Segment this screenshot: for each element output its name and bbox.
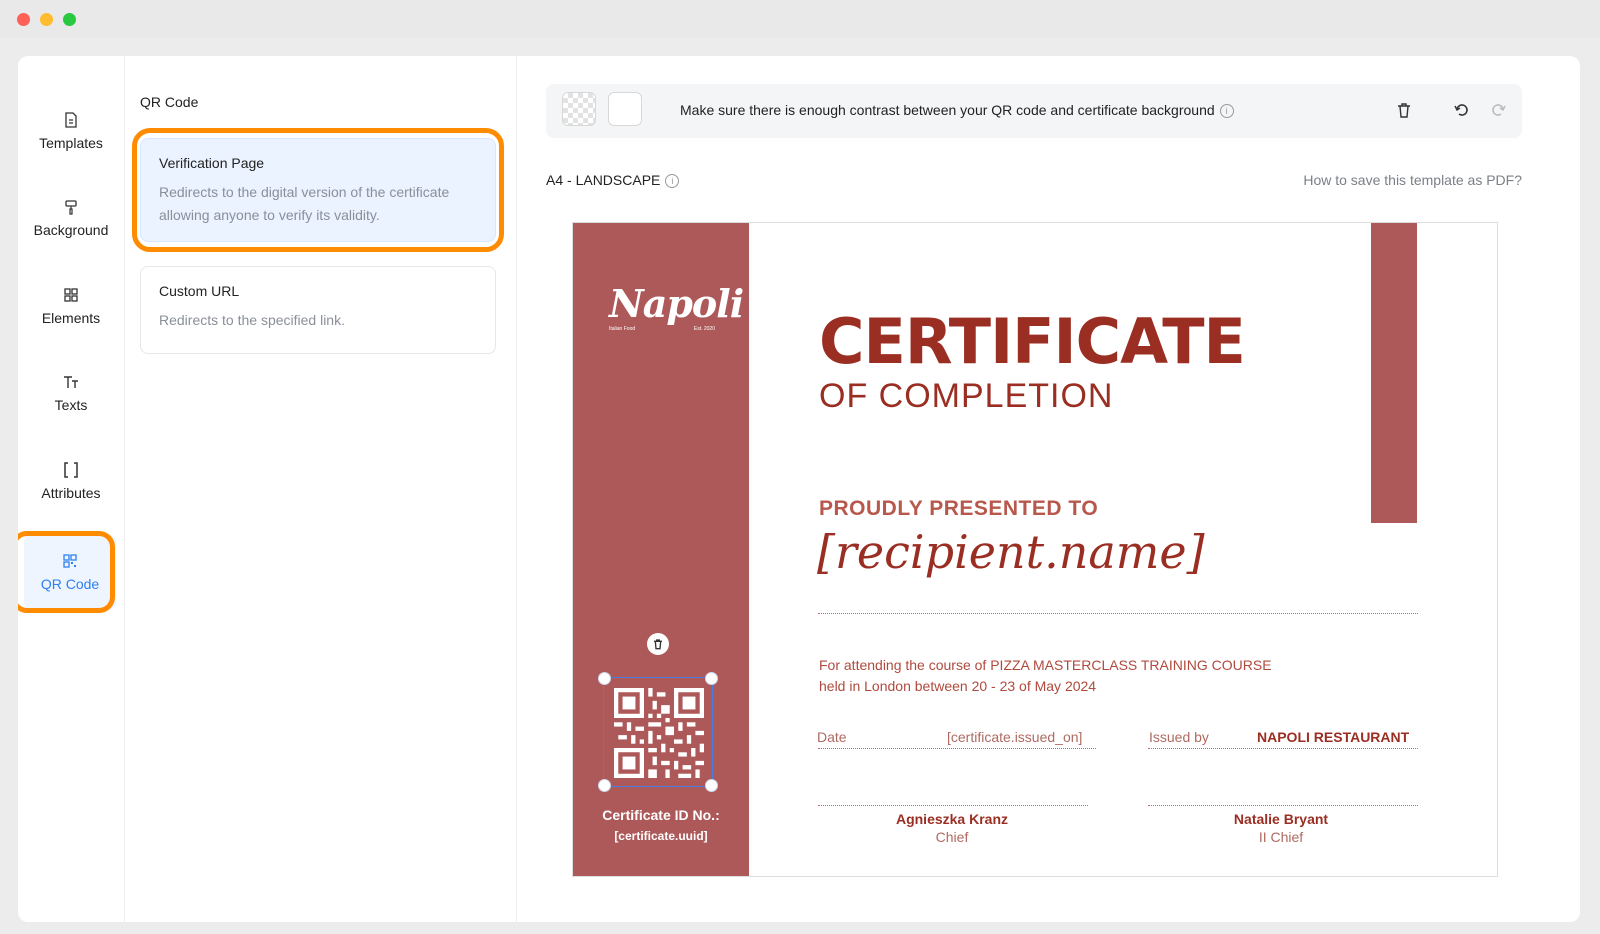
sidebar-item-label: Texts	[54, 397, 88, 413]
signer-2-role[interactable]: II Chief	[1181, 829, 1381, 845]
option-verification-page[interactable]: Verification Page Redirects to the digit…	[140, 138, 496, 242]
signer-2-name[interactable]: Natalie Bryant	[1181, 811, 1381, 827]
page-size-text: A4 - LANDSCAPE	[546, 172, 661, 188]
date-underline	[818, 748, 1096, 749]
qr-code-image	[614, 688, 704, 778]
logo-subtext: Italian Food Est. 2020	[609, 326, 715, 332]
logo-tagline: Italian Food	[609, 326, 636, 332]
date-label[interactable]: Date	[817, 729, 847, 745]
certificate-id-label: Certificate ID No.:	[602, 807, 720, 823]
signature-line-1	[818, 805, 1088, 806]
save-as-pdf-help-link[interactable]: How to save this template as PDF?	[1303, 172, 1522, 188]
signer-1-role[interactable]: Chief	[852, 829, 1052, 845]
resize-handle[interactable]	[598, 779, 611, 792]
resize-handle[interactable]	[705, 672, 718, 685]
sidebar-item-label: QR Code	[40, 576, 100, 592]
document-icon	[65, 112, 77, 128]
delete-button[interactable]	[1392, 98, 1416, 122]
sidebar-item-label: Attributes	[41, 485, 101, 501]
panel-title: QR Code	[140, 94, 199, 110]
paint-roller-icon	[65, 200, 77, 215]
sidebar-item-label: Background	[33, 222, 109, 238]
app-window: Templates Background Elements Texts Attr…	[18, 56, 1580, 922]
napoli-logo: Napoli	[609, 281, 744, 326]
logo-established: Est. 2020	[693, 326, 715, 332]
option-title: Custom URL	[159, 283, 240, 299]
contrast-tip: Make sure there is enough contrast betwe…	[680, 102, 1234, 119]
resize-handle[interactable]	[705, 779, 718, 792]
page-size-label: A4 - LANDSCAPE i	[546, 172, 680, 189]
certificate-right-band	[1371, 223, 1417, 523]
qr-code-element[interactable]	[598, 672, 718, 792]
close-window-button[interactable]	[17, 13, 30, 26]
trash-icon	[654, 639, 662, 650]
brackets-icon	[64, 462, 78, 478]
sidebar-item-templates[interactable]: Templates	[18, 93, 124, 169]
editor-main: Make sure there is enough contrast betwe…	[516, 56, 1580, 922]
qr-code-icon	[63, 554, 77, 568]
qr-toolbar: Make sure there is enough contrast betwe…	[546, 84, 1522, 138]
course-description[interactable]: For attending the course of PIZZA MASTER…	[819, 655, 1272, 697]
elements-grid-icon	[64, 288, 78, 302]
maximize-window-button[interactable]	[63, 13, 76, 26]
window-titlebar	[0, 0, 1600, 38]
issued-by-value[interactable]: NAPOLI RESTAURANT	[1257, 729, 1409, 745]
issued-by-label[interactable]: Issued by	[1149, 729, 1209, 745]
sidebar-item-elements[interactable]: Elements	[18, 268, 124, 344]
presented-to-label[interactable]: PROUDLY PRESENTED TO	[819, 497, 1098, 521]
date-value[interactable]: [certificate.issued_on]	[947, 729, 1082, 745]
text-icon	[64, 376, 78, 388]
white-color-swatch[interactable]	[608, 92, 642, 126]
info-icon[interactable]: i	[665, 174, 680, 189]
option-title: Verification Page	[159, 155, 265, 171]
transparent-color-swatch[interactable]	[562, 92, 596, 126]
recipient-name[interactable]: [recipient.name]	[817, 525, 1205, 579]
sidebar-item-texts[interactable]: Texts	[18, 355, 124, 431]
certificate-id-value: [certificate.uuid]	[614, 829, 708, 843]
minimize-window-button[interactable]	[40, 13, 53, 26]
course-line-2: held in London between 20 - 23 of May 20…	[819, 678, 1097, 694]
course-line-1: For attending the course of PIZZA MASTER…	[819, 657, 1272, 673]
issued-by-underline	[1148, 748, 1418, 749]
certificate-left-band: Napoli Italian Food Est. 2020 Certificat…	[573, 223, 749, 876]
resize-handle[interactable]	[598, 672, 611, 685]
sidebar-item-label: Elements	[41, 310, 101, 326]
info-icon[interactable]: i	[1219, 104, 1234, 119]
option-custom-url[interactable]: Custom URL Redirects to the specified li…	[140, 266, 496, 354]
certificate-canvas[interactable]: Napoli Italian Food Est. 2020 Certificat…	[572, 222, 1498, 877]
undo-button[interactable]	[1450, 98, 1474, 122]
undo-icon	[1454, 104, 1468, 116]
trash-icon	[1398, 103, 1410, 118]
delete-qr-button[interactable]	[647, 633, 669, 655]
certificate-subtitle[interactable]: OF COMPLETION	[819, 377, 1113, 416]
signature-line-2	[1148, 805, 1418, 806]
sidebar-item-label: Templates	[39, 135, 103, 151]
qr-code-panel: QR Code Verification Page Redirects to t…	[124, 56, 517, 922]
sidebar-item-background[interactable]: Background	[18, 180, 124, 256]
option-description: Redirects to the digital version of the …	[159, 184, 450, 223]
redo-icon	[1492, 104, 1506, 116]
redo-button[interactable]	[1486, 98, 1510, 122]
recipient-underline	[818, 613, 1418, 614]
option-description: Redirects to the specified link.	[159, 312, 345, 328]
certificate-title[interactable]: CERTIFICATE	[819, 305, 1246, 378]
sidebar-item-qr-code[interactable]: QR Code	[24, 534, 116, 610]
signer-1-name[interactable]: Agnieszka Kranz	[852, 811, 1052, 827]
sidebar-item-attributes[interactable]: Attributes	[18, 443, 124, 519]
sidebar: Templates Background Elements Texts Attr…	[18, 56, 125, 922]
contrast-tip-text: Make sure there is enough contrast betwe…	[680, 102, 1215, 118]
